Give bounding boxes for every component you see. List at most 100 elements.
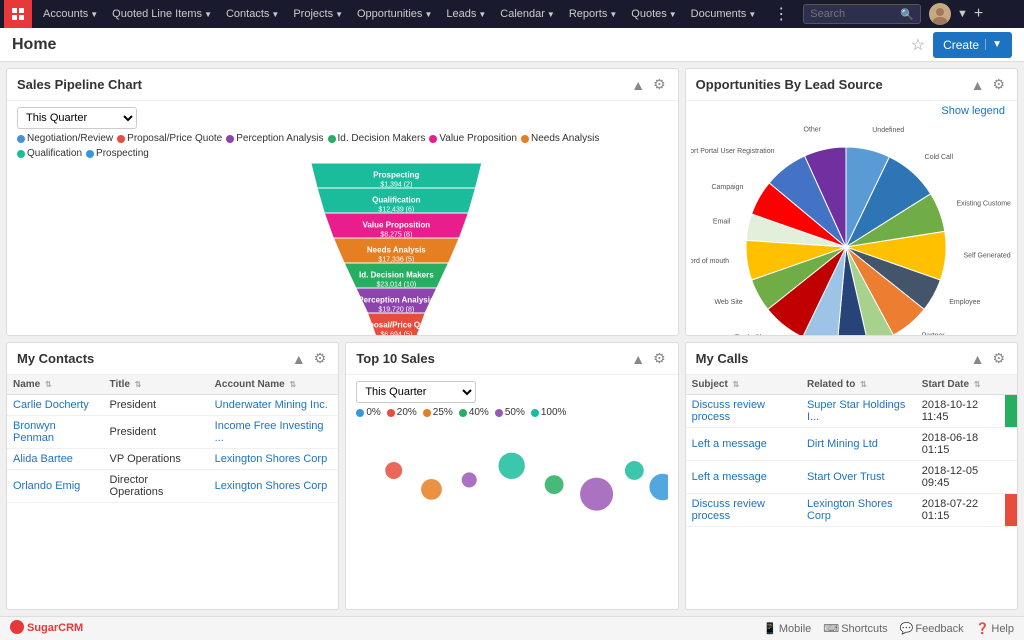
contact-name[interactable]: Orlando Emig bbox=[7, 470, 104, 503]
create-button[interactable]: Create ▼ bbox=[933, 32, 1012, 58]
create-dropdown-arrow[interactable]: ▼ bbox=[985, 39, 1002, 50]
sugar-logo-area: SugarCRM bbox=[10, 618, 90, 639]
help-link[interactable]: ❓ Help bbox=[976, 622, 1014, 635]
svg-text:Web Site: Web Site bbox=[715, 299, 743, 306]
nav-item-reports[interactable]: Reports▼ bbox=[562, 0, 624, 28]
table-row: Bronwyn Penman President Income Free Inv… bbox=[7, 416, 338, 449]
sales-pipeline-header: Sales Pipeline Chart ▲ ⚙ bbox=[7, 69, 678, 101]
contact-account[interactable]: Income Free Investing ... bbox=[209, 416, 339, 449]
search-input[interactable] bbox=[810, 8, 900, 20]
contact-name[interactable]: Alida Bartee bbox=[7, 449, 104, 470]
home-bar: Home ☆ Create ▼ bbox=[0, 28, 1024, 62]
svg-text:SugarCRM: SugarCRM bbox=[27, 622, 83, 634]
nav-item-contacts[interactable]: Contacts▼ bbox=[219, 0, 286, 28]
call-subject[interactable]: Discuss review process bbox=[686, 494, 801, 527]
collapse-button[interactable]: ▲ bbox=[629, 77, 647, 93]
more-icon[interactable]: ⋮ bbox=[767, 4, 795, 24]
svg-text:$19,720 (8): $19,720 (8) bbox=[378, 307, 414, 314]
call-subject[interactable]: Left a message bbox=[686, 428, 801, 461]
call-related[interactable]: Start Over Trust bbox=[801, 461, 916, 494]
settings-button[interactable]: ⚙ bbox=[651, 76, 668, 93]
avatar[interactable] bbox=[929, 3, 951, 25]
col-related[interactable]: Related to ⇅ bbox=[801, 375, 916, 395]
collapse-button[interactable]: ▲ bbox=[629, 351, 647, 367]
user-menu-arrow[interactable]: ▼ bbox=[957, 8, 968, 20]
svg-text:$17,336 (5): $17,336 (5) bbox=[378, 257, 414, 264]
col-title[interactable]: Title ⇅ bbox=[104, 375, 209, 395]
nav-item-opportunities[interactable]: Opportunities▼ bbox=[350, 0, 439, 28]
funnel-labels bbox=[17, 163, 137, 335]
shortcuts-link[interactable]: ⌨ Shortcuts bbox=[823, 622, 887, 635]
top10-sales-panel: Top 10 Sales ▲ ⚙ This Quarter 0%20%25%40… bbox=[345, 342, 678, 610]
contact-account[interactable]: Lexington Shores Corp bbox=[209, 470, 339, 503]
collapse-button[interactable]: ▲ bbox=[290, 351, 308, 367]
svg-text:$23,014 (10): $23,014 (10) bbox=[376, 282, 416, 289]
col-date[interactable]: Start Date ⇅ bbox=[916, 375, 1005, 395]
main-content: Sales Pipeline Chart ▲ ⚙ This Quarter Ne… bbox=[0, 62, 1024, 616]
settings-button[interactable]: ⚙ bbox=[651, 350, 668, 367]
calls-header: My Calls ▲ ⚙ bbox=[686, 343, 1017, 375]
legend-item: Value Proposition bbox=[429, 133, 517, 144]
call-subject[interactable]: Left a message bbox=[686, 461, 801, 494]
nav-arrow: ▼ bbox=[669, 10, 677, 19]
contacts-header: My Contacts ▲ ⚙ bbox=[7, 343, 338, 375]
svg-text:Email: Email bbox=[713, 218, 731, 225]
contact-account[interactable]: Underwater Mining Inc. bbox=[209, 395, 339, 416]
svg-text:Qualification: Qualification bbox=[372, 196, 421, 205]
contact-title: President bbox=[104, 395, 209, 416]
col-subject[interactable]: Subject ⇅ bbox=[686, 375, 801, 395]
svg-text:$12,439 (6): $12,439 (6) bbox=[378, 207, 414, 214]
settings-button[interactable]: ⚙ bbox=[312, 350, 329, 367]
svg-text:Self Generated: Self Generated bbox=[964, 253, 1011, 260]
app-logo[interactable] bbox=[4, 0, 32, 28]
contacts-title: My Contacts bbox=[17, 351, 290, 366]
nav-item-documents[interactable]: Documents▼ bbox=[684, 0, 764, 28]
pie-panel-body: Show legend UndefinedCold CallExisting C… bbox=[686, 101, 1017, 335]
svg-text:Employee: Employee bbox=[950, 299, 981, 306]
settings-button[interactable]: ⚙ bbox=[990, 76, 1007, 93]
show-legend-link[interactable]: Show legend bbox=[690, 105, 1013, 117]
plus-icon[interactable]: + bbox=[974, 5, 983, 23]
call-related[interactable]: Super Star Holdings I... bbox=[801, 395, 916, 428]
search-icon[interactable]: 🔍 bbox=[900, 8, 914, 21]
calls-title: My Calls bbox=[696, 351, 969, 366]
svg-text:Trade Show: Trade Show bbox=[735, 334, 773, 335]
legend-item: Negotiation/Review bbox=[17, 133, 113, 144]
nav-item-quoted[interactable]: Quoted Line Items▼ bbox=[105, 0, 219, 28]
svg-text:Campaign: Campaign bbox=[712, 184, 744, 191]
help-icon: ❓ bbox=[976, 622, 990, 635]
opportunities-panel: Opportunities By Lead Source ▲ ⚙ Show le… bbox=[685, 68, 1018, 336]
contact-title: President bbox=[104, 416, 209, 449]
call-subject[interactable]: Discuss review process bbox=[686, 395, 801, 428]
funnel-chart: Prospecting$1,394 (2)Qualification$12,43… bbox=[145, 163, 668, 335]
top10-title: Top 10 Sales bbox=[356, 351, 629, 366]
collapse-button[interactable]: ▲ bbox=[969, 77, 987, 93]
mobile-link[interactable]: 📱 Mobile bbox=[763, 622, 811, 635]
page-title: Home bbox=[12, 36, 911, 54]
col-name[interactable]: Name ⇅ bbox=[7, 375, 104, 395]
nav-item-accounts[interactable]: Accounts▼ bbox=[36, 0, 105, 28]
sugar-logo: SugarCRM bbox=[10, 618, 90, 639]
nav-arrow: ▼ bbox=[271, 10, 279, 19]
contact-account[interactable]: Lexington Shores Corp bbox=[209, 449, 339, 470]
contact-name[interactable]: Bronwyn Penman bbox=[7, 416, 104, 449]
top10-quarter-select[interactable]: This Quarter bbox=[356, 381, 476, 403]
call-date: 2018-10-12 11:45 bbox=[916, 395, 1005, 428]
svg-text:$1,394 (2): $1,394 (2) bbox=[380, 182, 412, 189]
feedback-link[interactable]: 💬 Feedback bbox=[900, 622, 964, 635]
nav-item-calendar[interactable]: Calendar▼ bbox=[493, 0, 562, 28]
nav-item-leads[interactable]: Leads▼ bbox=[439, 0, 493, 28]
opportunities-controls: ▲ ⚙ bbox=[969, 76, 1007, 93]
quarter-select[interactable]: This Quarter bbox=[17, 107, 137, 129]
col-account[interactable]: Account Name ⇅ bbox=[209, 375, 339, 395]
my-contacts-panel: My Contacts ▲ ⚙ Name ⇅ Title ⇅ Account N… bbox=[6, 342, 339, 610]
settings-button[interactable]: ⚙ bbox=[990, 350, 1007, 367]
call-related[interactable]: Lexington Shores Corp bbox=[801, 494, 916, 527]
nav-item-projects[interactable]: Projects▼ bbox=[286, 0, 350, 28]
favorite-star-icon[interactable]: ☆ bbox=[911, 35, 925, 55]
collapse-button[interactable]: ▲ bbox=[969, 351, 987, 367]
call-related[interactable]: Dirt Mining Ltd bbox=[801, 428, 916, 461]
nav-item-quotes[interactable]: Quotes▼ bbox=[624, 0, 683, 28]
legend-item: Needs Analysis bbox=[521, 133, 599, 144]
contact-name[interactable]: Carlie Docherty bbox=[7, 395, 104, 416]
